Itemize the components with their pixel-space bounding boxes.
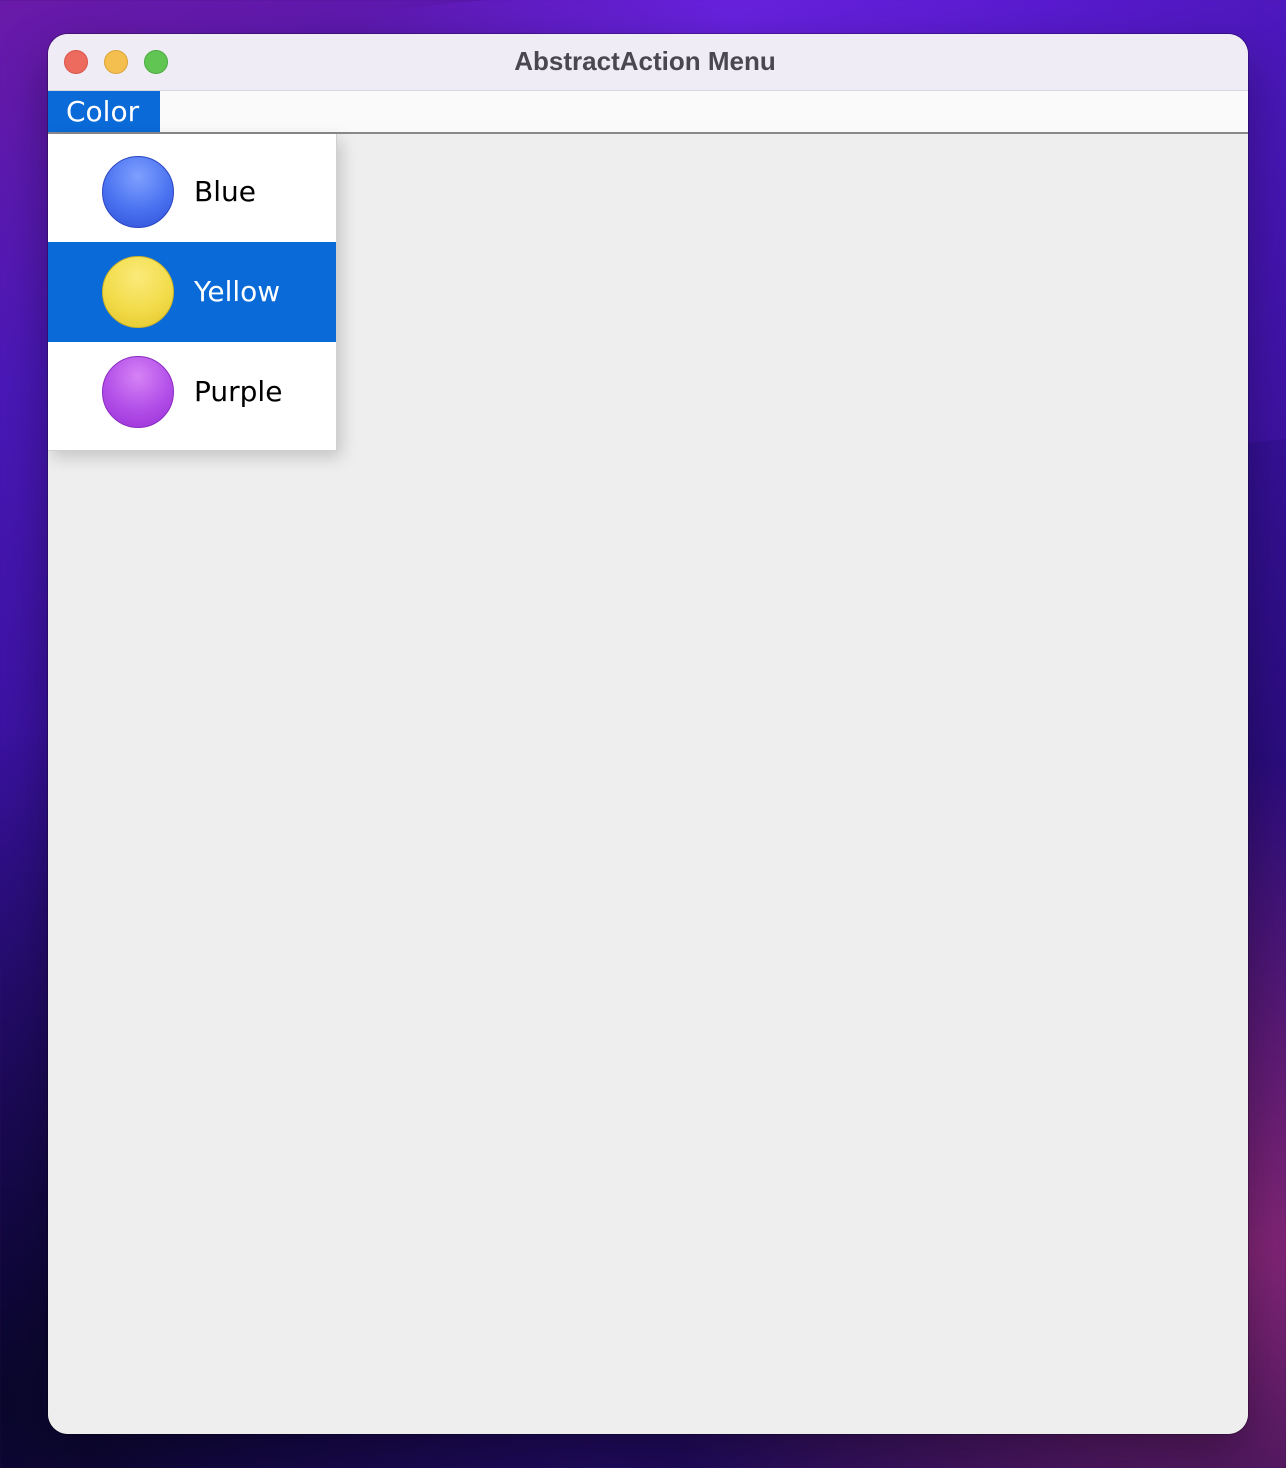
color-menu-popup: Blue Yellow Purple — [48, 134, 337, 451]
menu-item-label: Purple — [194, 375, 283, 408]
purple-circle-icon — [102, 356, 174, 428]
menu-bar: Color — [48, 91, 1248, 134]
menu-item-yellow[interactable]: Yellow — [48, 242, 336, 342]
app-window: AbstractAction Menu Color Blue Yellow Pu… — [48, 34, 1248, 1434]
yellow-circle-icon — [102, 256, 174, 328]
menu-color[interactable]: Color — [48, 91, 160, 132]
title-bar[interactable]: AbstractAction Menu — [48, 34, 1248, 91]
blue-circle-icon — [102, 156, 174, 228]
menu-item-label: Yellow — [194, 275, 281, 308]
menu-item-blue[interactable]: Blue — [48, 142, 336, 242]
window-title: AbstractAction Menu — [514, 46, 776, 76]
menu-item-label: Blue — [194, 175, 256, 208]
menu-item-purple[interactable]: Purple — [48, 342, 336, 442]
